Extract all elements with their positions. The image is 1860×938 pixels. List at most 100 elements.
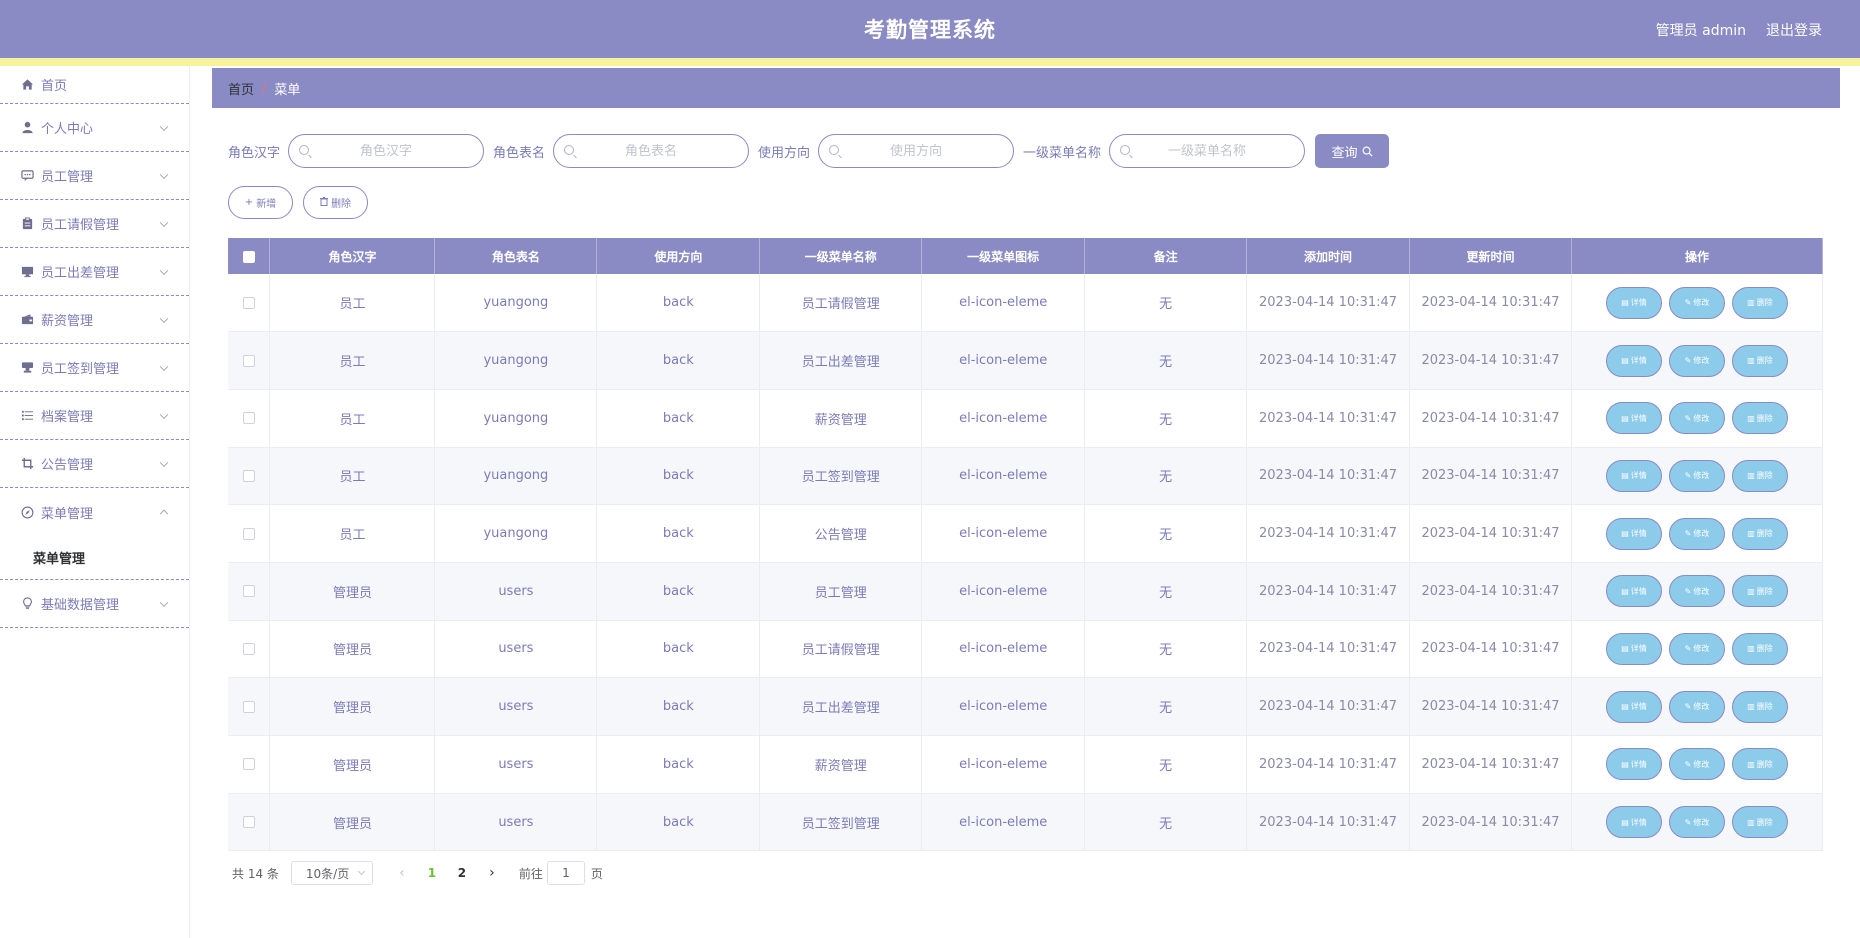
- detail-button-label: 详情: [1630, 759, 1647, 769]
- table-row[interactable]: 员工 yuangong back 员工签到管理 el-icon-eleme 无 2023-0…: [228, 447, 1824, 506]
- table-row[interactable]: 员工 yuangong back 公告管理 el-icon-eleme 无 2023-04-…: [228, 504, 1824, 563]
- sidebar-item-home[interactable]: 首页: [0, 66, 189, 104]
- search-field-direction[interactable]: [818, 134, 1015, 168]
- breadcrumb-home[interactable]: 首页: [228, 79, 254, 98]
- sidebar-item-salary[interactable]: 薪资管理: [0, 296, 189, 344]
- search-icon: [299, 145, 310, 155]
- goto-page-input[interactable]: [546, 861, 585, 885]
- select-all-checkbox[interactable]: [242, 250, 255, 263]
- detail-button-label: 详情: [1630, 356, 1647, 366]
- detail-button[interactable]: ▤ 详情: [1605, 806, 1662, 839]
- table-row[interactable]: 管理员 users back 员工签到管理 el-icon-eleme 无 2023-04-…: [228, 793, 1824, 852]
- edit-button[interactable]: ✎ 修改: [1668, 690, 1725, 723]
- delete-button[interactable]: ▥ 删除: [1731, 286, 1788, 319]
- page-number[interactable]: 2: [447, 866, 477, 880]
- delete-button[interactable]: ▥ 删除: [1731, 806, 1788, 839]
- batch-delete-button[interactable]: 删除: [303, 186, 368, 219]
- search-field-table[interactable]: [553, 134, 750, 168]
- delete-button-label: 删除: [1756, 356, 1773, 366]
- action-bar: + 新增 删除: [228, 186, 368, 219]
- search-input-table[interactable]: [581, 143, 722, 159]
- logout-link[interactable]: 退出登录: [1766, 20, 1822, 40]
- row-checkbox[interactable]: [242, 469, 255, 482]
- page-number[interactable]: 1: [417, 866, 447, 880]
- current-user-label[interactable]: 管理员 admin: [1656, 20, 1746, 40]
- sidebar-item-checkin[interactable]: 员工签到管理: [0, 344, 189, 392]
- row-actions-cell: ▤ 详情 ✎ 修改 ▥ 删除: [1571, 274, 1824, 333]
- row-checkbox[interactable]: [242, 527, 255, 540]
- table-body: 员工 yuangong back 员工请假管理 el-icon-eleme 无 2023-0…: [228, 274, 1824, 852]
- row-checkbox[interactable]: [242, 816, 255, 829]
- sidebar-item-notice[interactable]: 公告管理: [0, 440, 189, 488]
- table-row[interactable]: 管理员 users back 员工管理 el-icon-eleme 无 2023-04-14…: [228, 562, 1824, 621]
- sidebar-item-archive[interactable]: 档案管理: [0, 392, 189, 440]
- delete-button[interactable]: ▥ 删除: [1731, 632, 1788, 665]
- search-input-menu-name[interactable]: [1137, 143, 1278, 159]
- search-field-menu-name[interactable]: [1109, 134, 1306, 168]
- edit-button[interactable]: ✎ 修改: [1668, 632, 1725, 665]
- detail-button[interactable]: ▤ 详情: [1605, 690, 1662, 723]
- table-row[interactable]: 员工 yuangong back 薪资管理 el-icon-eleme 无 2023-04-…: [228, 389, 1824, 448]
- detail-button[interactable]: ▤ 详情: [1605, 344, 1662, 377]
- edit-button[interactable]: ✎ 修改: [1668, 286, 1725, 319]
- detail-button[interactable]: ▤ 详情: [1605, 748, 1662, 781]
- trash-icon: ▥: [1747, 759, 1755, 769]
- sidebar-item-menu[interactable]: 菜单管理: [0, 488, 189, 536]
- sidebar-item-profile[interactable]: 个人中心: [0, 104, 189, 152]
- cell-created: 2023-04-14 10:31:47: [1246, 562, 1411, 621]
- delete-button[interactable]: ▥ 删除: [1731, 690, 1788, 723]
- delete-button[interactable]: ▥ 删除: [1731, 402, 1788, 435]
- row-select-cell: [228, 447, 271, 506]
- edit-button[interactable]: ✎ 修改: [1668, 517, 1725, 550]
- search-field-role[interactable]: [288, 134, 485, 168]
- detail-button-label: 详情: [1630, 413, 1647, 423]
- row-checkbox[interactable]: [242, 354, 255, 367]
- row-checkbox[interactable]: [242, 585, 255, 598]
- detail-button[interactable]: ▤ 详情: [1605, 575, 1662, 608]
- cell-table-name: yuangong: [434, 504, 598, 563]
- delete-button[interactable]: ▥ 删除: [1731, 344, 1788, 377]
- edit-button[interactable]: ✎ 修改: [1668, 806, 1725, 839]
- edit-button[interactable]: ✎ 修改: [1668, 459, 1725, 492]
- delete-button[interactable]: ▥ 删除: [1731, 517, 1788, 550]
- row-checkbox[interactable]: [242, 758, 255, 771]
- row-checkbox[interactable]: [242, 412, 255, 425]
- sidebar-subitem-menu-management[interactable]: 菜单管理: [0, 536, 189, 580]
- search-input-role[interactable]: [316, 143, 457, 159]
- table-row[interactable]: 员工 yuangong back 员工出差管理 el-icon-eleme 无 2023-0…: [228, 331, 1824, 390]
- delete-button[interactable]: ▥ 删除: [1731, 575, 1788, 608]
- edit-button[interactable]: ✎ 修改: [1668, 402, 1725, 435]
- delete-button[interactable]: ▥ 删除: [1731, 748, 1788, 781]
- table-row[interactable]: 管理员 users back 员工出差管理 el-icon-eleme 无 2023-04-…: [228, 677, 1824, 736]
- page-size-select[interactable]: 10条/页: [290, 861, 373, 885]
- row-checkbox[interactable]: [242, 700, 255, 713]
- detail-button-label: 详情: [1630, 644, 1647, 654]
- delete-button[interactable]: ▥ 删除: [1731, 459, 1788, 492]
- table-row[interactable]: 员工 yuangong back 员工请假管理 el-icon-eleme 无 2023-0…: [228, 274, 1824, 333]
- detail-button[interactable]: ▤ 详情: [1605, 632, 1662, 665]
- next-page-button[interactable]: ›: [477, 865, 507, 881]
- edit-button[interactable]: ✎ 修改: [1668, 344, 1725, 377]
- sidebar-item-trip[interactable]: 员工出差管理: [0, 248, 189, 296]
- query-button[interactable]: 查询: [1315, 134, 1390, 168]
- detail-button-label: 详情: [1630, 529, 1647, 539]
- sidebar-item-leave[interactable]: 员工请假管理: [0, 200, 189, 248]
- sidebar-item-basic-data[interactable]: 基础数据管理: [0, 580, 189, 628]
- row-checkbox[interactable]: [242, 642, 255, 655]
- row-select-cell: [228, 274, 271, 333]
- search-input-direction[interactable]: [846, 143, 987, 159]
- detail-button[interactable]: ▤ 详情: [1605, 459, 1662, 492]
- delete-button-label: 删除: [1756, 817, 1773, 827]
- prev-page-button[interactable]: ‹: [387, 865, 417, 881]
- sidebar-item-employees[interactable]: 员工管理: [0, 152, 189, 200]
- table-row[interactable]: 管理员 users back 薪资管理 el-icon-eleme 无 2023-04-14…: [228, 735, 1824, 794]
- edit-button[interactable]: ✎ 修改: [1668, 575, 1725, 608]
- edit-button[interactable]: ✎ 修改: [1668, 748, 1725, 781]
- detail-button[interactable]: ▤ 详情: [1605, 402, 1662, 435]
- detail-button[interactable]: ▤ 详情: [1605, 517, 1662, 550]
- sidebar: 首页 个人中心 员工管理 员工请假管理 员工出差管理 薪资管理 员工签到管理 档…: [0, 66, 190, 938]
- row-checkbox[interactable]: [242, 296, 255, 309]
- add-button[interactable]: + 新增: [228, 186, 293, 219]
- table-row[interactable]: 管理员 users back 员工请假管理 el-icon-eleme 无 2023-04-…: [228, 620, 1824, 679]
- detail-button[interactable]: ▤ 详情: [1605, 286, 1662, 319]
